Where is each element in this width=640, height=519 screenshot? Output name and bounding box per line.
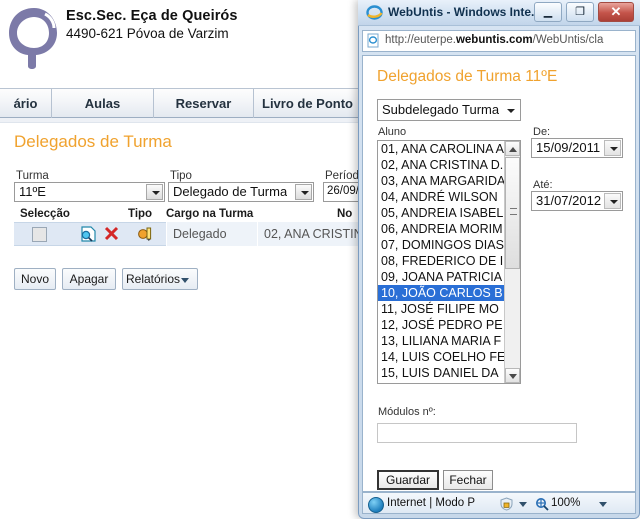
grid-header-nome: No [337,208,353,220]
chevron-down-icon[interactable] [519,502,527,507]
apagar-button[interactable]: Apagar [62,268,116,290]
tab-reservar[interactable]: Reservar [154,89,254,118]
popup-window-title: WebUntis - Windows Inte... [388,5,541,19]
chevron-down-icon [181,278,189,283]
page-icon [366,33,381,48]
list-item[interactable]: 09, JOANA PATRICIA [378,269,520,285]
chevron-down-icon[interactable] [604,193,621,209]
magnifier-page-icon[interactable] [79,226,97,245]
date-from-label: De: [533,126,551,138]
list-item[interactable]: 05, ANDREIA ISABEL [378,205,520,221]
security-zone-text: Internet | Modo P [387,497,476,509]
cell-nome: 02, ANA CRISTIN [257,222,360,246]
date-to-value: 31/07/2012 [536,193,602,208]
checkbox-unchecked-icon[interactable] [32,227,47,242]
page-title: Delegados de Turma [14,132,172,151]
date-from-field[interactable]: 15/09/2011 [531,138,623,158]
turma-value: 11ºE [19,184,46,199]
cell-cargo: Delegado [166,222,257,246]
popup-content: Delegados de Turma 11ºE Subdelegado Turm… [362,55,636,492]
protected-mode-icon [499,497,514,514]
address-prefix: http://euterpe. [385,34,456,46]
internet-explorer-icon [366,4,383,21]
tab-horario[interactable]: ário [0,89,52,118]
popup-page-title: Delegados de Turma 11ºE [377,68,558,85]
address-host: webuntis.com [455,34,533,46]
listbox-scrollbar[interactable] [504,141,520,383]
chevron-down-icon[interactable] [604,140,621,156]
list-item[interactable]: 12, JOSÉ PEDRO PE [378,317,520,333]
chevron-down-icon[interactable] [502,103,519,119]
turma-label: Turma [16,170,49,182]
role-select-value: Subdelegado Turma [382,102,500,117]
scroll-down-icon[interactable] [505,368,520,383]
webuntis-popup-window[interactable]: WebUntis - Windows Inte... ▁ ❐ ✕ http://… [358,0,640,519]
grid-header-cargo: Cargo na Turma [166,208,254,220]
student-list[interactable]: 01, ANA CAROLINA A 02, ANA CRISTINA D. 03,… [378,141,520,381]
scroll-up-icon[interactable] [505,141,520,156]
date-from-value: 15/09/2011 [536,140,601,155]
guardar-button[interactable]: Guardar [377,470,439,490]
list-item[interactable]: 10, JOÃO CARLOS B [378,285,520,301]
address-text: http://euterpe.webuntis.com/WebUntis/cla [385,34,633,46]
address-bar[interactable]: http://euterpe.webuntis.com/WebUntis/cla [362,30,636,52]
list-item[interactable]: 01, ANA CAROLINA A [378,141,520,157]
minimize-icon: ▁ [543,6,553,18]
magnifier-zoom-icon [535,497,549,514]
list-item[interactable]: 02, ANA CRISTINA D. [378,157,520,173]
address-path: /WebUntis/cla [532,34,604,46]
list-item[interactable]: 06, ANDREIA MORIM [378,221,520,237]
red-x-icon[interactable] [104,226,119,244]
tipo-label: Tipo [170,170,192,182]
internet-zone-icon [368,497,384,513]
close-button[interactable]: ✕ [598,2,634,22]
chevron-down-icon[interactable] [146,184,163,200]
grid-header-tipo: Tipo [128,208,153,220]
popup-status-bar: Internet | Modo P 100% [362,492,636,514]
fechar-button-label: Fechar [449,473,487,487]
tab-livro-ponto[interactable]: Livro de Ponto [254,89,362,118]
date-to-field[interactable]: 31/07/2012 [531,191,623,211]
tipo-select[interactable]: Delegado de Turma [168,182,314,202]
list-item[interactable]: 13, LILIANA MARIA F [378,333,520,349]
list-item[interactable]: 08, FREDERICO DE I [378,253,520,269]
q-logo-icon [4,4,62,70]
role-select[interactable]: Subdelegado Turma [377,99,521,121]
aluno-label: Aluno [378,126,407,138]
turma-select[interactable]: 11ºE [14,182,165,202]
chevron-down-icon[interactable] [295,184,312,200]
guardar-button-label: Guardar [385,473,431,487]
novo-button[interactable]: Novo [14,268,56,290]
maximize-icon: ❐ [575,6,585,18]
school-address: 4490-621 Póvoa de Varzim [66,26,229,41]
student-listbox[interactable]: 01, ANA CAROLINA A 02, ANA CRISTINA D. 03,… [377,140,521,384]
list-item[interactable]: 14, LUIS COELHO FE [378,349,520,365]
modulos-input[interactable] [377,423,577,443]
tab-aulas[interactable]: Aulas [52,89,154,118]
list-item[interactable]: 03, ANA MARGARIDA [378,173,520,189]
maximize-button[interactable]: ❐ [566,2,594,22]
fechar-button[interactable]: Fechar [443,470,493,490]
novo-button-label: Novo [20,272,49,286]
modulos-label: Módulos nº: [378,406,436,418]
close-icon: ✕ [610,4,622,19]
list-item[interactable]: 15, LUIS DANIEL DA [378,365,520,381]
popup-title-bar[interactable]: WebUntis - Windows Inte... ▁ ❐ ✕ [358,0,640,26]
pencil-edit-icon[interactable] [138,226,154,244]
chevron-down-icon[interactable] [599,502,607,507]
grid-header-seleccao: Selecção [20,208,70,220]
list-item[interactable]: 04, ANDRÉ WILSON [378,189,520,205]
relatorios-button[interactable]: Relatórios [122,268,198,290]
date-to-label: Até: [533,179,553,191]
minimize-button[interactable]: ▁ [534,2,562,22]
list-item[interactable]: 11, JOSÉ FILIPE MO [378,301,520,317]
scrollbar-thumb[interactable] [505,157,520,269]
list-item[interactable]: 07, DOMINGOS DIAS [378,237,520,253]
apagar-button-label: Apagar [69,272,109,286]
tipo-value: Delegado de Turma [173,184,288,199]
zoom-level-text: 100% [551,497,581,509]
school-name: Esc.Sec. Eça de Queirós [66,8,238,24]
